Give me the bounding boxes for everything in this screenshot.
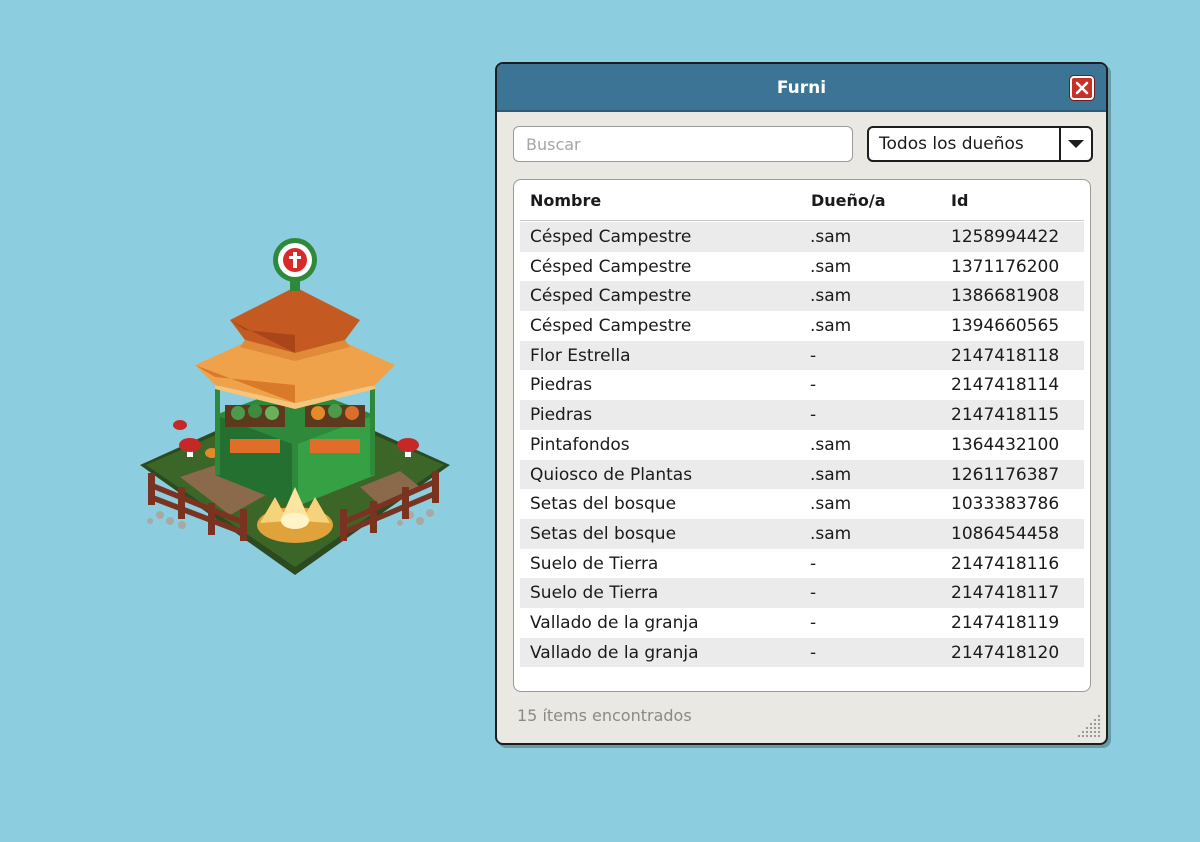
- row-name-cell: Quiosco de Plantas: [530, 464, 693, 485]
- row-id-cell: 1261176387: [951, 464, 1060, 485]
- table-row[interactable]: Piedras - 2147418114: [520, 370, 1084, 401]
- row-id-cell: 2147418116: [951, 553, 1060, 574]
- row-id-cell: 2147418118: [951, 345, 1060, 366]
- row-name-cell: Suelo de Tierra: [530, 553, 659, 574]
- row-id-cell: 1371176200: [951, 256, 1060, 277]
- window-title: Furni: [776, 78, 827, 98]
- row-owner-cell: -: [810, 612, 817, 633]
- column-header-name[interactable]: Nombre: [530, 180, 601, 222]
- row-owner-cell: .sam: [810, 286, 852, 307]
- row-id-cell: 2147418115: [951, 405, 1060, 426]
- row-id-cell: 1086454458: [951, 523, 1060, 544]
- resize-grip-icon[interactable]: [1072, 709, 1104, 741]
- furni-window: Furni Todos los dueños Nombre Dueño/a Id…: [495, 62, 1108, 745]
- row-name-cell: Setas del bosque: [530, 523, 677, 544]
- table-row[interactable]: Setas del bosque .sam 1033383786: [520, 489, 1084, 519]
- furni-table-body: Césped Campestre .sam 1258994422 Césped Cam…: [520, 222, 1084, 668]
- column-header-id[interactable]: Id: [951, 180, 968, 222]
- table-row[interactable]: Piedras - 2147418115: [520, 400, 1084, 430]
- row-owner-cell: -: [810, 405, 817, 426]
- table-row[interactable]: Flor Estrella - 2147418118: [520, 340, 1084, 371]
- table-row[interactable]: Setas del bosque .sam 1086454458: [520, 518, 1084, 549]
- table-row[interactable]: Césped Campestre .sam 1258994422: [520, 222, 1084, 252]
- row-owner-cell: -: [810, 583, 817, 604]
- row-id-cell: 2147418114: [951, 375, 1060, 396]
- table-row[interactable]: Suelo de Tierra - 2147418117: [520, 578, 1084, 608]
- row-name-cell: Césped Campestre: [530, 227, 692, 247]
- row-owner-cell: .sam: [810, 256, 852, 277]
- table-row[interactable]: Quiosco de Plantas .sam 1261176387: [520, 459, 1084, 490]
- row-id-cell: 2147418119: [951, 612, 1060, 633]
- window-titlebar[interactable]: Furni: [497, 64, 1106, 112]
- chevron-down-icon: [1068, 140, 1084, 148]
- row-id-cell: 1033383786: [951, 494, 1060, 515]
- row-id-cell: 1364432100: [951, 434, 1060, 455]
- close-button[interactable]: [1070, 76, 1094, 100]
- row-owner-cell: .sam: [810, 494, 852, 515]
- row-id-cell: 1258994422: [951, 227, 1060, 247]
- table-row[interactable]: Pintafondos .sam 1364432100: [520, 429, 1084, 460]
- table-row[interactable]: Vallado de la granja - 2147418119: [520, 607, 1084, 638]
- column-header-owner[interactable]: Dueño/a: [811, 180, 886, 222]
- table-row[interactable]: Césped Campestre .sam 1371176200: [520, 251, 1084, 282]
- furni-list-panel: Nombre Dueño/a Id Césped Campestre .sam 12…: [513, 179, 1091, 692]
- table-header: Nombre Dueño/a Id: [520, 180, 1084, 221]
- row-name-cell: Césped Campestre: [530, 286, 692, 307]
- row-owner-cell: .sam: [810, 523, 852, 544]
- row-id-cell: 1394660565: [951, 316, 1060, 337]
- row-name-cell: Piedras: [530, 375, 593, 396]
- row-owner-cell: .sam: [810, 434, 852, 455]
- row-name-cell: Setas del bosque: [530, 494, 677, 515]
- row-owner-cell: -: [810, 375, 817, 396]
- row-owner-cell: -: [810, 345, 817, 366]
- room-scene[interactable]: [120, 225, 460, 585]
- close-icon: [1075, 81, 1089, 95]
- row-owner-cell: .sam: [810, 464, 852, 485]
- row-id-cell: 2147418117: [951, 583, 1060, 604]
- row-name-cell: Flor Estrella: [530, 345, 631, 366]
- row-name-cell: Suelo de Tierra: [530, 583, 659, 604]
- table-row[interactable]: Césped Campestre .sam 1394660565: [520, 311, 1084, 341]
- owner-filter-toggle[interactable]: [1059, 128, 1091, 160]
- items-found-count: 15 ítems encontrados: [517, 706, 692, 725]
- row-id-cell: 1386681908: [951, 286, 1060, 307]
- table-row[interactable]: Suelo de Tierra - 2147418116: [520, 548, 1084, 579]
- plant-kiosk-furni[interactable]: [120, 225, 460, 585]
- row-owner-cell: .sam: [810, 316, 852, 337]
- row-name-cell: Vallado de la granja: [530, 642, 699, 663]
- row-name-cell: Pintafondos: [530, 434, 630, 455]
- owner-filter-value: Todos los dueños: [879, 134, 1024, 154]
- row-name-cell: Césped Campestre: [530, 316, 692, 337]
- table-row[interactable]: Vallado de la granja - 2147418120: [520, 637, 1084, 668]
- table-row[interactable]: Césped Campestre .sam 1386681908: [520, 281, 1084, 312]
- row-id-cell: 2147418120: [951, 642, 1060, 663]
- row-name-cell: Césped Campestre: [530, 256, 692, 277]
- search-input[interactable]: [513, 126, 853, 162]
- row-owner-cell: -: [810, 642, 817, 663]
- row-name-cell: Piedras: [530, 405, 593, 426]
- owner-filter-dropdown[interactable]: Todos los dueños: [867, 126, 1093, 162]
- row-name-cell: Vallado de la granja: [530, 612, 699, 633]
- row-owner-cell: -: [810, 553, 817, 574]
- row-owner-cell: .sam: [810, 227, 852, 247]
